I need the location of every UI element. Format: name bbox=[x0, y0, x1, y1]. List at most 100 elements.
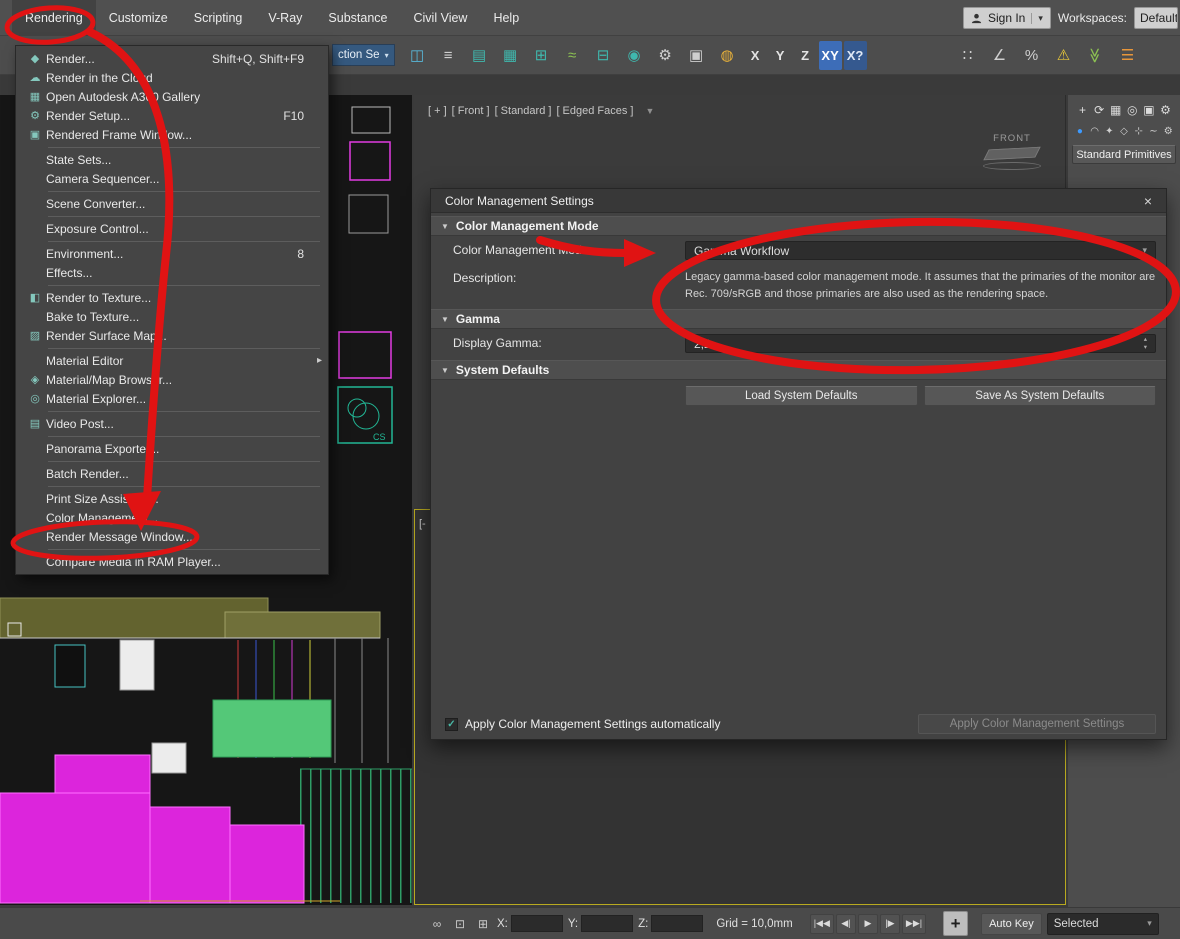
menu-item[interactable]: ☁ Render in the Cloud ▸ bbox=[16, 68, 328, 87]
menu-item[interactable]: ▸ bbox=[16, 190, 328, 192]
viewport-menu-plus[interactable]: [ + ] bbox=[428, 105, 447, 117]
category-shapes[interactable]: ◠ bbox=[1088, 124, 1102, 138]
go-start-button[interactable]: |◀◀ bbox=[809, 913, 834, 934]
angle-snap-icon[interactable]: ∠ bbox=[985, 41, 1014, 70]
menu-item[interactable]: ◈ Material/Map Browser... ▸ bbox=[16, 370, 328, 389]
align-icon[interactable]: ≡ bbox=[434, 41, 463, 70]
axis-z-button[interactable]: Z bbox=[794, 41, 817, 70]
object-type-dropdown[interactable]: Standard Primitives bbox=[1072, 145, 1176, 164]
menu-item[interactable]: Render Message Window... ▸ bbox=[16, 527, 328, 546]
color-management-mode-dropdown[interactable]: Gamma Workflow ▾ bbox=[685, 241, 1156, 260]
selection-lock-icon[interactable]: ⊡ bbox=[451, 915, 469, 933]
y-coordinate-input[interactable] bbox=[581, 915, 634, 932]
menu-item[interactable]: ▦ Open Autodesk A360 Gallery ▸ bbox=[16, 87, 328, 106]
menubar-item[interactable]: Scripting bbox=[181, 0, 256, 36]
menu-item[interactable]: Compare Media in RAM Player... ▸ bbox=[16, 552, 328, 571]
auto-key-button[interactable]: Auto Key bbox=[981, 912, 1042, 935]
menu-item[interactable]: Bake to Texture... ▸ bbox=[16, 307, 328, 326]
menu-item[interactable]: Color Management... ▸ bbox=[16, 508, 328, 527]
menu-item[interactable]: Print Size Assistant... ▸ bbox=[16, 489, 328, 508]
viewport-menu-shading[interactable]: [ Edged Faces ] bbox=[556, 105, 633, 117]
menu-item[interactable]: ▸ bbox=[16, 548, 328, 550]
axis-y-button[interactable]: Y bbox=[769, 41, 792, 70]
menubar-item[interactable]: Customize bbox=[96, 0, 181, 36]
menu-item[interactable]: Exposure Control... ▸ bbox=[16, 219, 328, 238]
menu-item[interactable]: Scene Converter... ▸ bbox=[16, 194, 328, 213]
menu-item[interactable]: ▸ bbox=[16, 485, 328, 487]
display-gamma-spinner[interactable]: 2,2 ▴ ▾ bbox=[685, 334, 1156, 353]
category-geometry[interactable]: ● bbox=[1073, 124, 1087, 138]
tab-display[interactable]: ▣ bbox=[1141, 102, 1156, 117]
z-coordinate-input[interactable] bbox=[651, 915, 704, 932]
category-systems[interactable]: ⚙ bbox=[1161, 124, 1175, 138]
viewport-menu-renderer[interactable]: [ Standard ] bbox=[495, 105, 552, 117]
category-cameras[interactable]: ◇ bbox=[1117, 124, 1131, 138]
menu-item[interactable]: ▸ bbox=[16, 284, 328, 286]
render-production-icon[interactable]: ◍ bbox=[713, 41, 742, 70]
key-filter-dropdown[interactable]: Selected ▾ bbox=[1046, 912, 1159, 935]
auto-apply-checkbox[interactable]: ✓ bbox=[445, 717, 458, 731]
material-editor-icon[interactable]: ◉ bbox=[620, 41, 649, 70]
menubar-item[interactable]: Rendering bbox=[12, 0, 96, 36]
section-system-defaults[interactable]: ▼ System Defaults bbox=[431, 360, 1166, 380]
spinner-arrows-icon[interactable]: ▴ ▾ bbox=[1144, 336, 1147, 350]
menu-item[interactable]: ▸ bbox=[16, 435, 328, 437]
named-selection-set-dropdown[interactable]: ction Se ▾ bbox=[332, 44, 395, 66]
toggle-scene-explorer-icon[interactable]: ▤ bbox=[465, 41, 494, 70]
dialog-titlebar[interactable]: Color Management Settings × bbox=[431, 189, 1166, 213]
tab-create[interactable]: + bbox=[1075, 102, 1090, 117]
link-toggle-icon[interactable]: ∞ bbox=[428, 915, 446, 933]
menubar-item[interactable]: V-Ray bbox=[255, 0, 315, 36]
category-spacewarps[interactable]: ∼ bbox=[1147, 124, 1161, 138]
menu-item[interactable]: ▸ bbox=[16, 410, 328, 412]
menubar-item[interactable]: Civil View bbox=[401, 0, 481, 36]
menu-item[interactable]: ▸ bbox=[16, 240, 328, 242]
save-as-system-defaults-button[interactable]: Save As System Defaults bbox=[923, 386, 1156, 406]
rendered-frame-window-icon[interactable]: ▣ bbox=[682, 41, 711, 70]
grid-snap-icon[interactable]: ⊞ bbox=[474, 915, 492, 933]
category-lights[interactable]: ✦ bbox=[1102, 124, 1116, 138]
menu-item[interactable]: ▣ Rendered Frame Window... ▸ bbox=[16, 125, 328, 144]
menubar-item[interactable]: Substance bbox=[315, 0, 400, 36]
x-coordinate-input[interactable] bbox=[510, 915, 563, 932]
section-color-management-mode[interactable]: ▼ Color Management Mode bbox=[431, 216, 1166, 236]
menu-item[interactable]: ▨ Render Surface Map... ▸ bbox=[16, 326, 328, 345]
tab-motion[interactable]: ◎ bbox=[1125, 102, 1140, 117]
go-end-button[interactable]: ▶▶| bbox=[901, 913, 927, 934]
tab-utilities[interactable]: ⚙ bbox=[1158, 102, 1173, 117]
main-menu-icon[interactable]: ☰ bbox=[1113, 41, 1142, 70]
load-system-defaults-button[interactable]: Load System Defaults bbox=[685, 386, 918, 406]
play-button[interactable]: ▶ bbox=[857, 913, 878, 934]
warning-icon[interactable]: ⚠ bbox=[1049, 41, 1078, 70]
axis-xy-button[interactable]: XY bbox=[818, 40, 842, 70]
menu-item[interactable]: ▸ bbox=[16, 347, 328, 349]
menu-item[interactable]: Material Editor ▸ bbox=[16, 351, 328, 370]
next-frame-button[interactable]: |▶ bbox=[879, 913, 900, 934]
menu-item[interactable]: Camera Sequencer... ▸ bbox=[16, 169, 328, 188]
apply-color-management-button[interactable]: Apply Color Management Settings bbox=[918, 714, 1156, 734]
import-state-icon[interactable]: ≫ bbox=[1081, 41, 1110, 70]
viewcube[interactable]: FRONT bbox=[981, 133, 1043, 170]
tab-hierarchy[interactable]: ▦ bbox=[1108, 102, 1123, 117]
menu-item[interactable]: Panorama Exporter... ▸ bbox=[16, 439, 328, 458]
mirror-icon[interactable]: ◫ bbox=[403, 41, 432, 70]
render-setup-icon[interactable]: ⚙ bbox=[651, 41, 680, 70]
menu-item[interactable]: State Sets... ▸ bbox=[16, 150, 328, 169]
menu-item[interactable]: ▤ Video Post... ▸ bbox=[16, 414, 328, 433]
menu-item[interactable]: ◆ Render... Shift+Q, Shift+F9 ▸ bbox=[16, 49, 328, 68]
viewport-filter-icon[interactable]: ▼ bbox=[645, 106, 654, 116]
menu-item[interactable]: ▸ bbox=[16, 146, 328, 148]
ribbon-icon[interactable]: ⊞ bbox=[527, 41, 556, 70]
snaps-toggle-icon[interactable]: ∷ bbox=[953, 41, 982, 70]
axis-x-button[interactable]: X bbox=[744, 41, 767, 70]
axis-xy-flyout-button[interactable]: X? bbox=[843, 40, 867, 70]
viewport-label-cut[interactable]: [- bbox=[419, 518, 426, 530]
curve-editor-icon[interactable]: ≈ bbox=[558, 41, 587, 70]
menu-item[interactable]: ⚙ Render Setup... F10 ▸ bbox=[16, 106, 328, 125]
prev-frame-button[interactable]: ◀| bbox=[835, 913, 856, 934]
close-icon[interactable]: × bbox=[1140, 193, 1156, 209]
sign-in-button[interactable]: Sign In ▾ bbox=[962, 7, 1051, 29]
menu-item[interactable]: ◎ Material Explorer... ▸ bbox=[16, 389, 328, 408]
viewport-menu-view[interactable]: [ Front ] bbox=[452, 105, 490, 117]
layer-explorer-icon[interactable]: ▦ bbox=[496, 41, 525, 70]
